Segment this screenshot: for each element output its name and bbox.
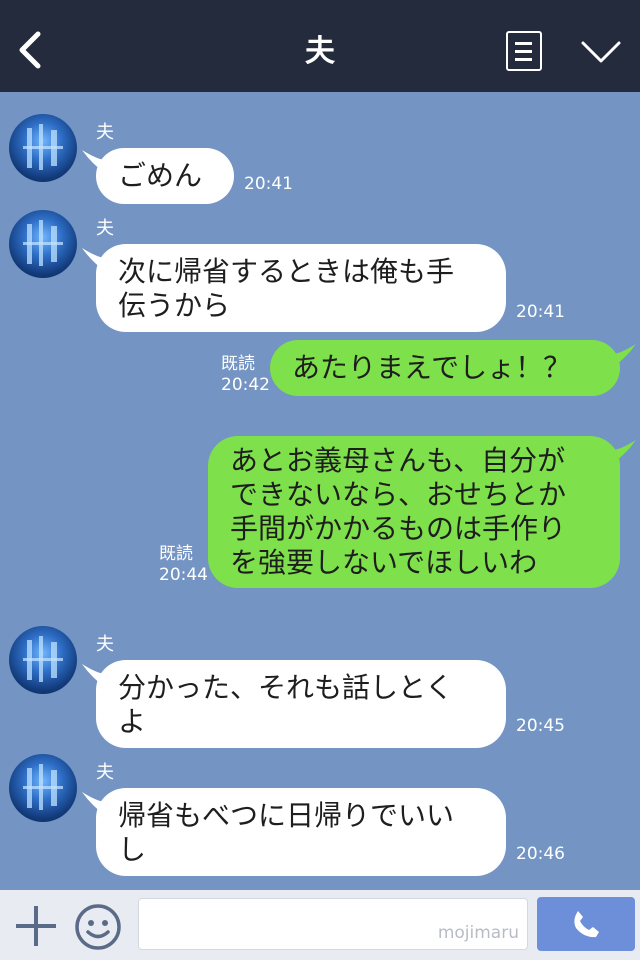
- call-button[interactable]: [537, 897, 635, 951]
- sender-name: 夫: [96, 122, 114, 143]
- message-bubble[interactable]: 帰省もべつに日帰りでいい し: [96, 788, 506, 876]
- phone-icon: [574, 911, 599, 938]
- chat-header: 夫: [0, 0, 640, 92]
- message-bubble[interactable]: あたりまえでしょ！？: [270, 340, 620, 396]
- sender-name: 夫: [96, 762, 114, 783]
- avatar[interactable]: [9, 754, 77, 822]
- message-line: できないなら、おせちとか: [230, 478, 567, 511]
- message-line: 伝うから: [118, 289, 231, 322]
- message-timestamp: 20:45: [516, 716, 565, 736]
- message-bubble[interactable]: ごめん: [96, 148, 234, 204]
- message-line: ごめん: [118, 159, 203, 192]
- message-timestamp: 20:42: [221, 375, 270, 395]
- message-line: 次に帰省するときは俺も手: [118, 255, 455, 288]
- message-line: 手間がかかるものは手作り: [230, 512, 567, 545]
- message-bubble[interactable]: 分かった、それも話しとく よ: [96, 660, 506, 748]
- message-input[interactable]: mojimaru: [138, 898, 528, 950]
- message-meta: 既読 20:42: [221, 354, 270, 396]
- avatar[interactable]: [9, 210, 77, 278]
- chevron-down-icon[interactable]: [580, 38, 622, 66]
- message-list[interactable]: 夫 ごめん 20:41 夫 次に帰省するときは俺も手 伝うから 20:41 既読…: [0, 92, 640, 890]
- message-line: よ: [118, 705, 147, 738]
- message-bubble[interactable]: 次に帰省するときは俺も手 伝うから: [96, 244, 506, 332]
- read-receipt: 既読: [221, 354, 255, 374]
- avatar[interactable]: [9, 114, 77, 182]
- message-timestamp: 20:46: [516, 844, 565, 864]
- plus-icon[interactable]: [14, 904, 58, 948]
- message-timestamp: 20:44: [159, 565, 208, 585]
- message-line: 分かった、それも話しとく: [118, 671, 454, 704]
- message-timestamp: 20:41: [516, 302, 565, 322]
- message-line: あとお義母さんも、自分が: [230, 444, 566, 477]
- chat-title: 夫: [305, 34, 335, 69]
- sender-name: 夫: [96, 634, 114, 655]
- sender-name: 夫: [96, 218, 114, 239]
- read-receipt: 既読: [159, 544, 193, 564]
- menu-list-icon[interactable]: [506, 31, 542, 71]
- message-line: を強要しないでほしいわ: [230, 546, 538, 579]
- message-meta: 既読 20:44: [159, 544, 208, 586]
- message-line: 帰省もべつに日帰りでいい: [118, 799, 455, 832]
- message-line: あたりまえでしょ！？: [292, 351, 572, 384]
- avatar[interactable]: [9, 626, 77, 694]
- input-watermark: mojimaru: [437, 923, 519, 943]
- message-line: し: [118, 833, 147, 866]
- message-bubble[interactable]: あとお義母さんも、自分が できないなら、おせちとか 手間がかかるものは手作り を…: [208, 436, 620, 588]
- emoji-icon[interactable]: [74, 903, 122, 951]
- message-timestamp: 20:41: [244, 174, 293, 194]
